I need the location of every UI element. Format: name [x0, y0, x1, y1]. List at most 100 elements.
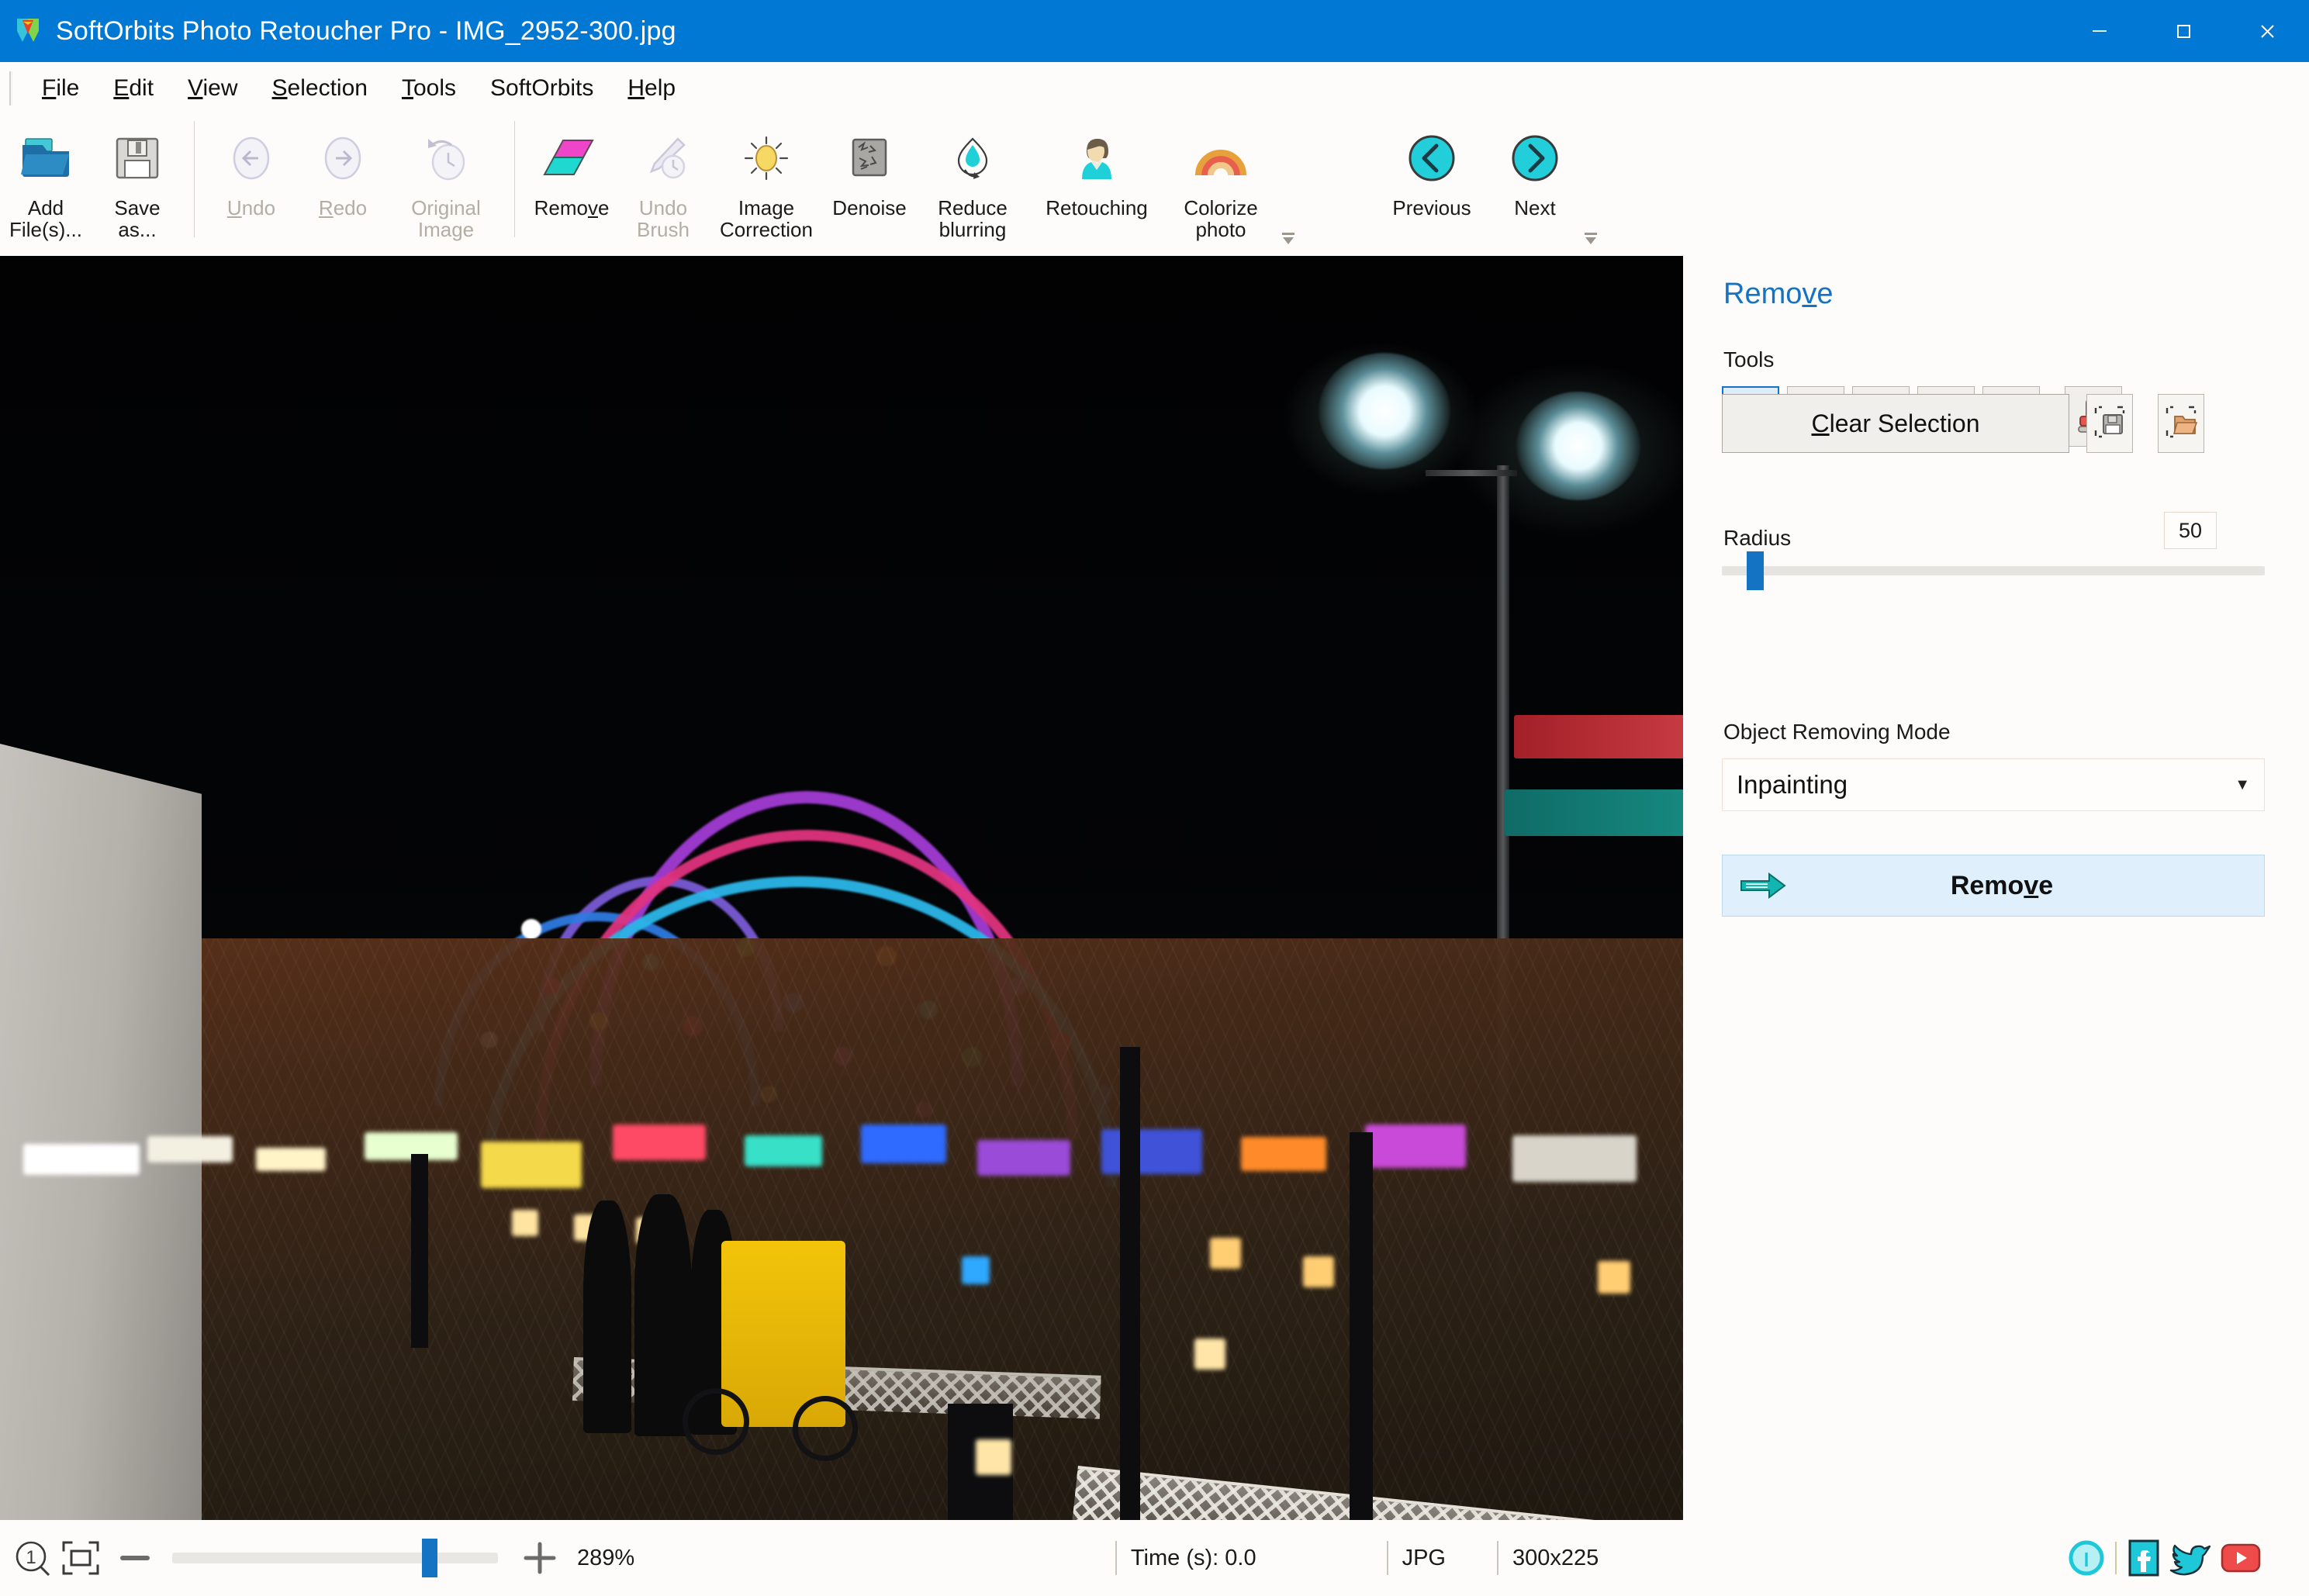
save-selection-button[interactable] — [2086, 394, 2133, 453]
remove-action-accel: v — [2024, 870, 2039, 900]
clear-selection-button[interactable]: Clear Selection — [1722, 394, 2069, 453]
colorize-photo-label: Colorize photo — [1184, 196, 1258, 242]
load-selection-button[interactable] — [2158, 394, 2204, 453]
processing-time-label: Time (s): 0.0 — [1130, 1545, 1256, 1570]
title-bar: SoftOrbits Photo Retoucher Pro - IMG_295… — [0, 0, 2309, 62]
add-files-button[interactable]: Add File(s)... — [0, 115, 92, 251]
object-removing-mode-select[interactable]: Inpainting ▼ — [1722, 758, 2265, 811]
reduce-blurring-button[interactable]: Reduce blurring — [915, 115, 1030, 251]
status-divider-1 — [1115, 1541, 1117, 1575]
ribbon-toolbar: Add File(s)... Save as... Undo Redo Orig… — [0, 115, 2309, 256]
right-arrow-icon — [1740, 870, 1786, 901]
navigation-group-overflow[interactable] — [1581, 115, 1612, 251]
window-controls — [2058, 0, 2309, 62]
ribbon-group-navigation: Previous Next — [1374, 115, 1612, 256]
colorize-photo-button[interactable]: Colorize photo — [1163, 115, 1278, 251]
chevron-left-circle-icon — [1405, 123, 1458, 194]
image-correction-button[interactable]: Image Correction — [709, 115, 824, 251]
retouching-button[interactable]: Retouching — [1030, 115, 1163, 251]
tools-section-label: Tools — [1723, 347, 1775, 371]
menu-item-help[interactable]: Help — [610, 71, 693, 106]
photo-person-2 — [634, 1194, 692, 1436]
ribbon-overflow-icon — [1278, 228, 1298, 248]
zoom-level-value: 289% — [577, 1545, 635, 1570]
image-dimensions-label: 300x225 — [1512, 1545, 1599, 1570]
close-button[interactable] — [2225, 0, 2309, 62]
menu-item-view[interactable]: View — [171, 71, 254, 106]
remove-button[interactable]: Remove — [526, 115, 617, 251]
photo-foreground-pole-1 — [411, 1154, 428, 1348]
radius-label: Radius — [1723, 526, 1792, 550]
zoom-actual-size-button[interactable]: 1 — [12, 1538, 53, 1578]
undo-arrow-icon — [227, 123, 275, 194]
youtube-button[interactable] — [2219, 1540, 2262, 1576]
menu-item-tools[interactable]: Tools — [385, 71, 473, 106]
photo-pedicab-wheel-rear — [793, 1396, 858, 1461]
denoise-label: Denoise — [832, 196, 907, 219]
menu-label-help: elp — [645, 75, 676, 101]
zoom-slider[interactable] — [172, 1539, 498, 1577]
open-folder-icon — [18, 123, 74, 194]
undo-button[interactable]: Undo — [206, 115, 297, 251]
remove-action-button[interactable]: Remove — [1722, 855, 2265, 917]
next-button[interactable]: Next — [1489, 115, 1581, 251]
radius-slider-thumb[interactable] — [1747, 551, 1764, 590]
save-as-label: Save as... — [114, 196, 161, 242]
menu-accel-help: H — [627, 75, 645, 101]
zoom-out-button[interactable] — [118, 1541, 152, 1575]
menu-item-edit[interactable]: Edit — [96, 71, 171, 106]
status-bar: 1 289% Time (s): 0.0 JPG 300x225 — [0, 1520, 2309, 1596]
menu-item-selection[interactable]: Selection — [255, 71, 385, 106]
menu-bar: File Edit View Selection Tools SoftOrbit… — [0, 62, 2309, 115]
object-removing-mode-label: Object Removing Mode — [1723, 720, 1951, 744]
window-title: SoftOrbits Photo Retoucher Pro - IMG_295… — [56, 16, 676, 46]
water-drop-icon — [948, 123, 997, 194]
person-portrait-icon — [1073, 123, 1121, 194]
sun-brightness-icon — [739, 123, 793, 194]
rainbow-icon — [1194, 123, 1248, 194]
ribbon-group-tools: Remove Undo Brush Image Correction Denoi… — [526, 115, 1305, 256]
minimize-button[interactable] — [2058, 0, 2141, 62]
menu-accel-tools: T — [401, 75, 413, 101]
radius-slider[interactable] — [1722, 551, 2265, 590]
retouching-label: Retouching — [1046, 196, 1148, 219]
undo-brush-button[interactable]: Undo Brush — [617, 115, 709, 251]
save-as-button[interactable]: Save as... — [92, 115, 183, 251]
maximize-button[interactable] — [2141, 0, 2225, 62]
original-image-label: Original Image — [411, 196, 481, 242]
redo-label: Redo — [318, 196, 368, 219]
tools-group-overflow[interactable] — [1278, 115, 1305, 251]
svg-text:1: 1 — [26, 1547, 36, 1568]
ribbon-separator-2 — [514, 121, 515, 237]
menu-label-file: ile — [56, 75, 80, 101]
previous-label: Previous — [1392, 196, 1471, 219]
photo-foreground-pole-2 — [1350, 1132, 1373, 1520]
image-canvas[interactable] — [0, 256, 1683, 1520]
menu-item-softorbits[interactable]: SoftOrbits — [473, 71, 610, 106]
menu-gripper[interactable] — [9, 71, 12, 105]
fit-to-window-button[interactable] — [60, 1538, 101, 1578]
floppy-save-icon — [112, 123, 162, 194]
radius-input[interactable]: 50 — [2164, 512, 2217, 549]
menu-item-file[interactable]: File — [25, 71, 96, 106]
info-button[interactable] — [2065, 1537, 2107, 1579]
denoise-button[interactable]: Denoise — [824, 115, 915, 251]
photo-night-promenade — [0, 256, 1683, 1520]
facebook-button[interactable] — [2124, 1537, 2163, 1579]
denoise-square-icon — [847, 123, 892, 194]
photo-lamp-glow-ground-2 — [1194, 1339, 1225, 1370]
previous-button[interactable]: Previous — [1374, 115, 1489, 251]
clear-selection-accel: C — [1811, 409, 1830, 437]
ribbon-separator-1 — [194, 121, 195, 237]
twitter-button[interactable] — [2169, 1537, 2213, 1579]
zoom-slider-thumb[interactable] — [422, 1539, 437, 1577]
redo-button[interactable]: Redo — [297, 115, 389, 251]
menu-accel-selection: S — [271, 75, 288, 101]
softorbits-logo-icon — [12, 16, 43, 47]
zoom-in-button[interactable] — [521, 1539, 558, 1577]
original-image-button[interactable]: Original Image — [389, 115, 503, 251]
menu-label-view: iew — [202, 75, 238, 101]
ribbon-group-file: Add File(s)... Save as... — [0, 115, 183, 256]
add-files-label: Add File(s)... — [9, 196, 82, 242]
file-format-label: JPG — [1402, 1545, 1446, 1570]
